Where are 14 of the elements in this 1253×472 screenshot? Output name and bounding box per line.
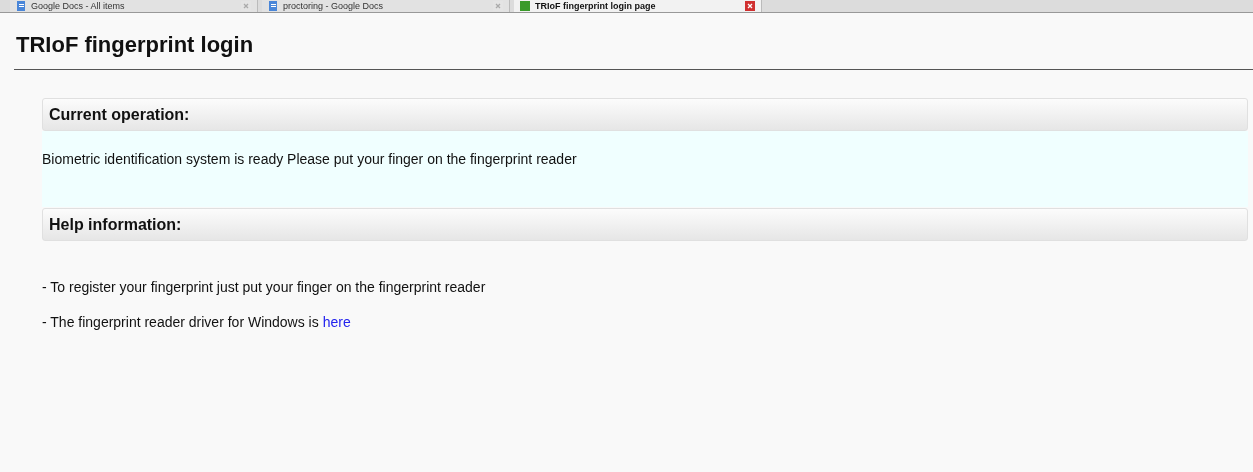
browser-tab[interactable]: proctoring - Google Docs (262, 0, 510, 12)
section-header: Current operation: (42, 98, 1248, 131)
close-icon[interactable] (745, 1, 755, 11)
status-message: Biometric identification system is ready Please put your finger on the fingerprint reader (42, 151, 577, 167)
help-text: - The fingerprint reader driver for Windows is here (42, 314, 352, 330)
section-header: Help information: (42, 208, 1248, 241)
site-icon (520, 1, 530, 11)
document-icon (16, 1, 26, 11)
help-text: - To register your fingerprint just put your finger on the fingerprint reader (42, 279, 487, 295)
document-icon (268, 1, 278, 11)
browser-tab[interactable]: TRIoF fingerprint login page (514, 0, 762, 12)
page-title: TRIoF fingerprint login (15, 31, 255, 59)
browser-tab[interactable]: Google Docs - All items (10, 0, 258, 12)
download-link[interactable]: here (322, 314, 351, 330)
